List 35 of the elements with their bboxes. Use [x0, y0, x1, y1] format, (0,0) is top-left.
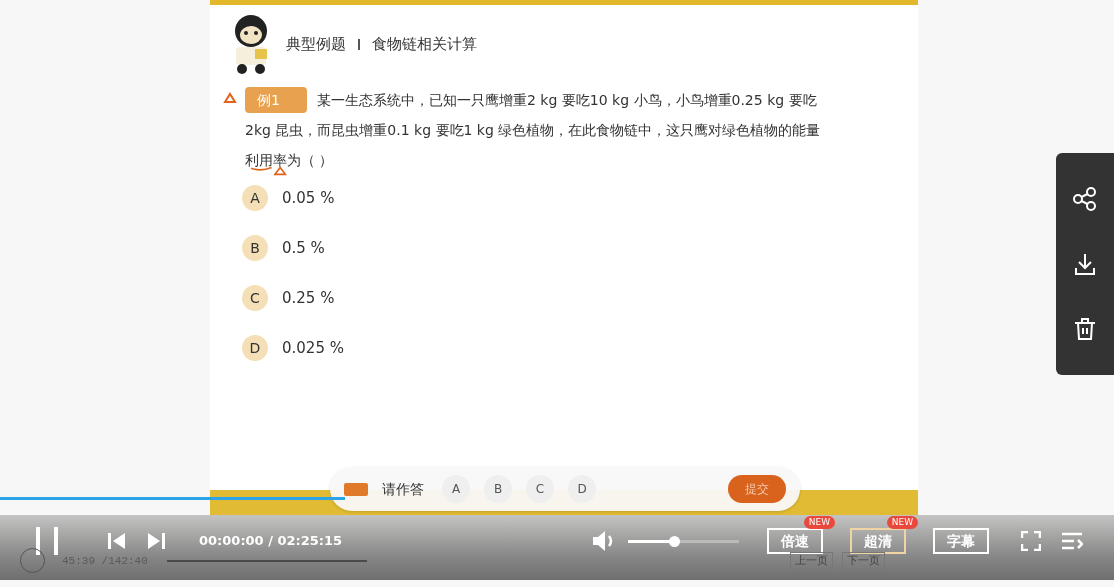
fullscreen-icon[interactable]	[1021, 531, 1042, 551]
pen-triangle-mark	[223, 92, 237, 104]
option-text: 0.05 %	[282, 188, 335, 209]
new-badge: NEW	[803, 516, 836, 529]
question-text: 某一生态系统中，已知一只鹰增重2 kg 要吃10 kg 小鸟，小鸟增重0.25 kg 要吃	[317, 91, 817, 110]
answer-prompt: 请作答	[382, 479, 424, 499]
option-letter: A	[242, 185, 268, 211]
player-option-button[interactable]: 字幕	[933, 528, 990, 554]
option-text: 0.025 %	[282, 338, 344, 359]
trash-icon[interactable]	[1072, 315, 1098, 342]
pause-icon[interactable]	[34, 527, 60, 555]
share-icon[interactable]	[1072, 186, 1098, 213]
option-text: 0.5 %	[282, 238, 325, 259]
example-tag: 例1	[245, 87, 307, 113]
option-letter: B	[242, 235, 268, 261]
playlist-icon[interactable]	[1061, 531, 1084, 551]
download-icon[interactable]	[1072, 251, 1098, 277]
answer-tag-icon	[344, 482, 368, 496]
answer-choice[interactable]: A	[442, 475, 470, 503]
option-text: 0.25 %	[282, 288, 335, 309]
question-text: 2kg 昆虫，而昆虫增重0.1 kg 要吃1 kg 绿色植物，在此食物链中，这只鹰对绿色植物的能量	[245, 121, 821, 140]
topic-title: 食物链相关计算	[372, 33, 477, 55]
new-badge: NEW	[886, 516, 919, 529]
next-icon[interactable]	[147, 533, 165, 549]
option-letter: C	[242, 285, 268, 311]
answer-choice[interactable]: B	[484, 475, 512, 503]
volume-thumb[interactable]	[668, 535, 680, 547]
previous-icon[interactable]	[108, 533, 126, 549]
section-title: 典型例题	[286, 33, 346, 55]
question-text: 利用率为（ ）	[245, 151, 334, 170]
option-letter: D	[242, 335, 268, 361]
answer-choice[interactable]: C	[526, 475, 554, 503]
answer-choice[interactable]: D	[568, 475, 596, 503]
submit-button[interactable]: 提交	[728, 475, 786, 503]
time-display: 00:00:00 / 02:25:15	[199, 532, 343, 551]
